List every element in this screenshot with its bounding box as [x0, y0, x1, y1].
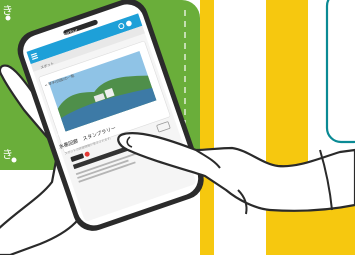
illustration-scene — [0, 0, 355, 255]
side-text-top: き — [2, 4, 13, 17]
side-text-bottom: き — [2, 148, 13, 161]
white-stripe — [214, 0, 266, 255]
